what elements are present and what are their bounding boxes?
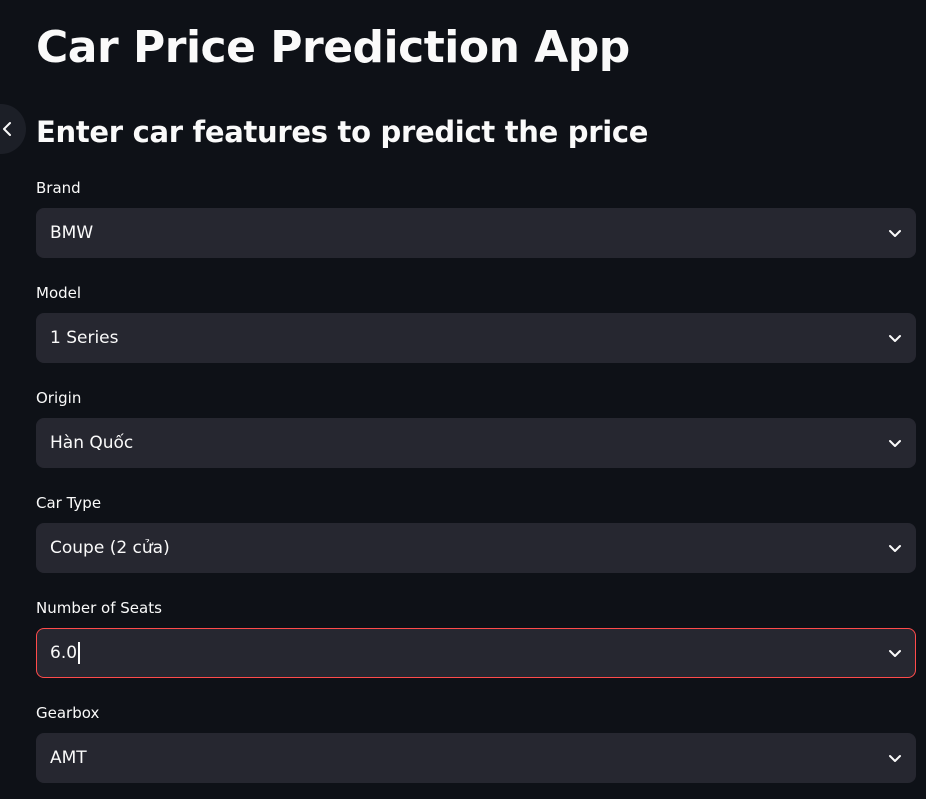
text-cursor <box>78 642 81 664</box>
chevron-down-icon <box>889 545 901 552</box>
seats-select[interactable]: 6.0 <box>36 628 916 678</box>
origin-select-value: Hàn Quốc <box>50 433 134 453</box>
origin-select[interactable]: Hàn Quốc <box>36 418 916 468</box>
brand-select-value: BMW <box>50 223 94 243</box>
seats-select-value: 6.0 <box>50 643 78 663</box>
brand-select[interactable]: BMW <box>36 208 916 258</box>
model-field: Model 1 Series <box>36 283 916 363</box>
gearbox-select-value: AMT <box>50 748 87 768</box>
seats-label: Number of Seats <box>36 599 162 617</box>
chevron-down-icon <box>889 335 901 342</box>
gearbox-select[interactable]: AMT <box>36 733 916 783</box>
sidebar-collapse-icon <box>3 122 11 136</box>
sidebar-toggle-button[interactable] <box>0 104 26 154</box>
gearbox-field: Gearbox AMT <box>36 703 916 783</box>
chevron-down-icon <box>889 440 901 447</box>
app-page: Car Price Prediction App Enter car featu… <box>0 0 926 799</box>
car-type-label: Car Type <box>36 494 102 512</box>
model-label: Model <box>36 284 82 302</box>
gearbox-label: Gearbox <box>36 704 100 722</box>
car-type-field: Car Type Coupe (2 cửa) <box>36 493 916 573</box>
brand-label: Brand <box>36 179 81 197</box>
origin-field: Origin Hàn Quốc <box>36 388 916 468</box>
model-select[interactable]: 1 Series <box>36 313 916 363</box>
chevron-down-icon <box>889 230 901 237</box>
chevron-down-icon <box>889 650 901 657</box>
brand-field: Brand BMW <box>36 178 916 258</box>
page-subtitle: Enter car features to predict the price <box>36 115 649 149</box>
seats-select-value-wrap: 6.0 <box>50 642 81 664</box>
origin-label: Origin <box>36 389 82 407</box>
page-title: Car Price Prediction App <box>36 22 630 73</box>
car-type-select[interactable]: Coupe (2 cửa) <box>36 523 916 573</box>
chevron-down-icon <box>889 755 901 762</box>
car-type-select-value: Coupe (2 cửa) <box>50 538 170 558</box>
seats-field: Number of Seats 6.0 <box>36 598 916 678</box>
model-select-value: 1 Series <box>50 328 119 348</box>
